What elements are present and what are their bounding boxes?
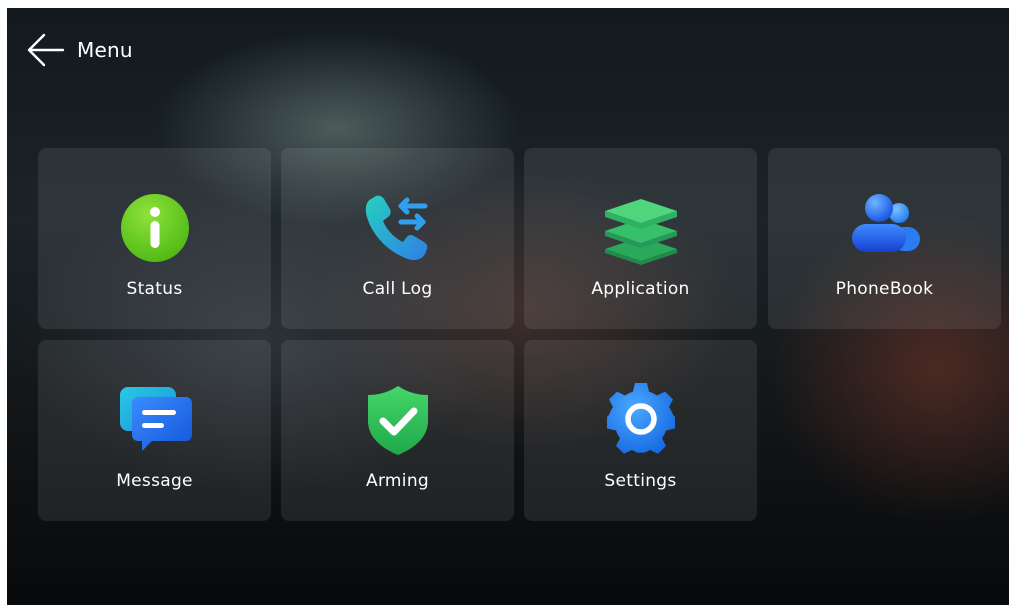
tile-label: Settings [604,471,677,491]
tile-arming[interactable]: Arming [281,340,514,521]
shield-check-icon [367,386,428,455]
tile-call-log[interactable]: Call Log [281,148,514,329]
info-icon [120,194,189,262]
tile-label: Application [591,279,690,299]
chat-icon [119,387,192,451]
tile-label: Message [116,471,193,491]
tile-label: Status [126,279,183,299]
menu-screen: Menu Status Call Log Application PhoneBo… [7,8,1009,605]
arrow-left-icon[interactable] [25,30,67,70]
tile-status[interactable]: Status [38,148,271,329]
back-button[interactable]: Menu [25,30,133,70]
tile-label: Call Log [362,279,433,299]
layers-icon [604,199,677,265]
tile-settings[interactable]: Settings [524,340,757,521]
tile-application[interactable]: Application [524,148,757,329]
page-title: Menu [77,38,133,62]
call-log-icon [365,195,427,261]
tile-label: Arming [366,471,429,491]
tile-message[interactable]: Message [38,340,271,521]
tile-phonebook[interactable]: PhoneBook [768,148,1001,329]
tile-label: PhoneBook [835,279,934,299]
gear-icon [606,383,675,454]
contacts-icon [851,194,920,252]
